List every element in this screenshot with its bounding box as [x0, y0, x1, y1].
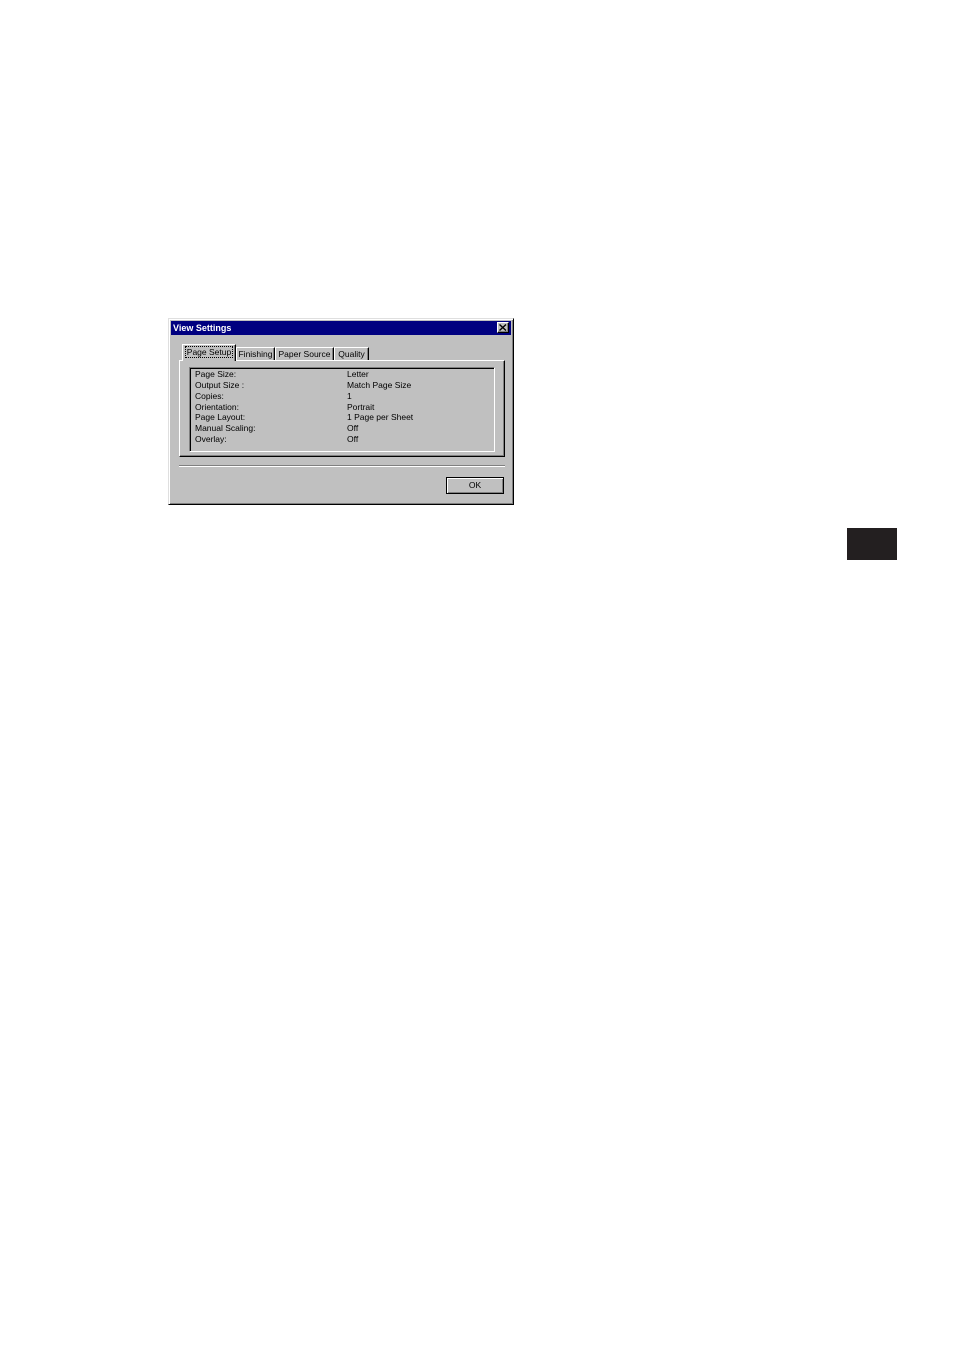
setting-value: 1 Page per Sheet — [347, 412, 414, 422]
setting-label: Manual Scaling: — [195, 423, 256, 433]
setting-label: Overlay: — [195, 434, 227, 444]
page-setup-panel: Page Size: Letter Output Size : Match Pa… — [179, 360, 505, 457]
setting-value: Letter — [347, 369, 369, 379]
close-button[interactable] — [497, 322, 509, 333]
setting-label: Output Size : — [195, 380, 245, 390]
dialog-titlebar[interactable]: View Settings — [171, 321, 511, 335]
tab-finishing[interactable]: Finishing — [236, 347, 275, 360]
tab-label: Page Setup — [184, 346, 234, 358]
settings-list: Page Size: Letter Output Size : Match Pa… — [189, 367, 495, 452]
setting-label: Page Size: — [195, 369, 237, 379]
setting-label: Page Layout: — [195, 412, 246, 422]
ok-button[interactable]: OK — [446, 477, 504, 494]
tab-label: Quality — [338, 349, 365, 359]
setting-value: Match Page Size — [347, 380, 412, 390]
tab-label: Paper Source — [278, 349, 331, 359]
dialog-separator — [179, 465, 505, 467]
close-x-icon — [499, 324, 507, 331]
tab-paper-source[interactable]: Paper Source — [275, 347, 334, 360]
view-settings-dialog: View Settings Page Setup Finishing Paper… — [168, 318, 514, 505]
setting-value: 1 — [347, 391, 352, 401]
tab-quality[interactable]: Quality — [334, 347, 369, 360]
setting-value: Off — [347, 434, 359, 444]
dialog-title: View Settings — [173, 323, 232, 333]
setting-label: Copies: — [195, 391, 224, 401]
chapter-thumb-tab — [847, 528, 897, 560]
setting-value: Off — [347, 423, 359, 433]
tab-page-setup[interactable]: Page Setup — [182, 344, 236, 361]
tab-label: Finishing — [238, 349, 273, 359]
